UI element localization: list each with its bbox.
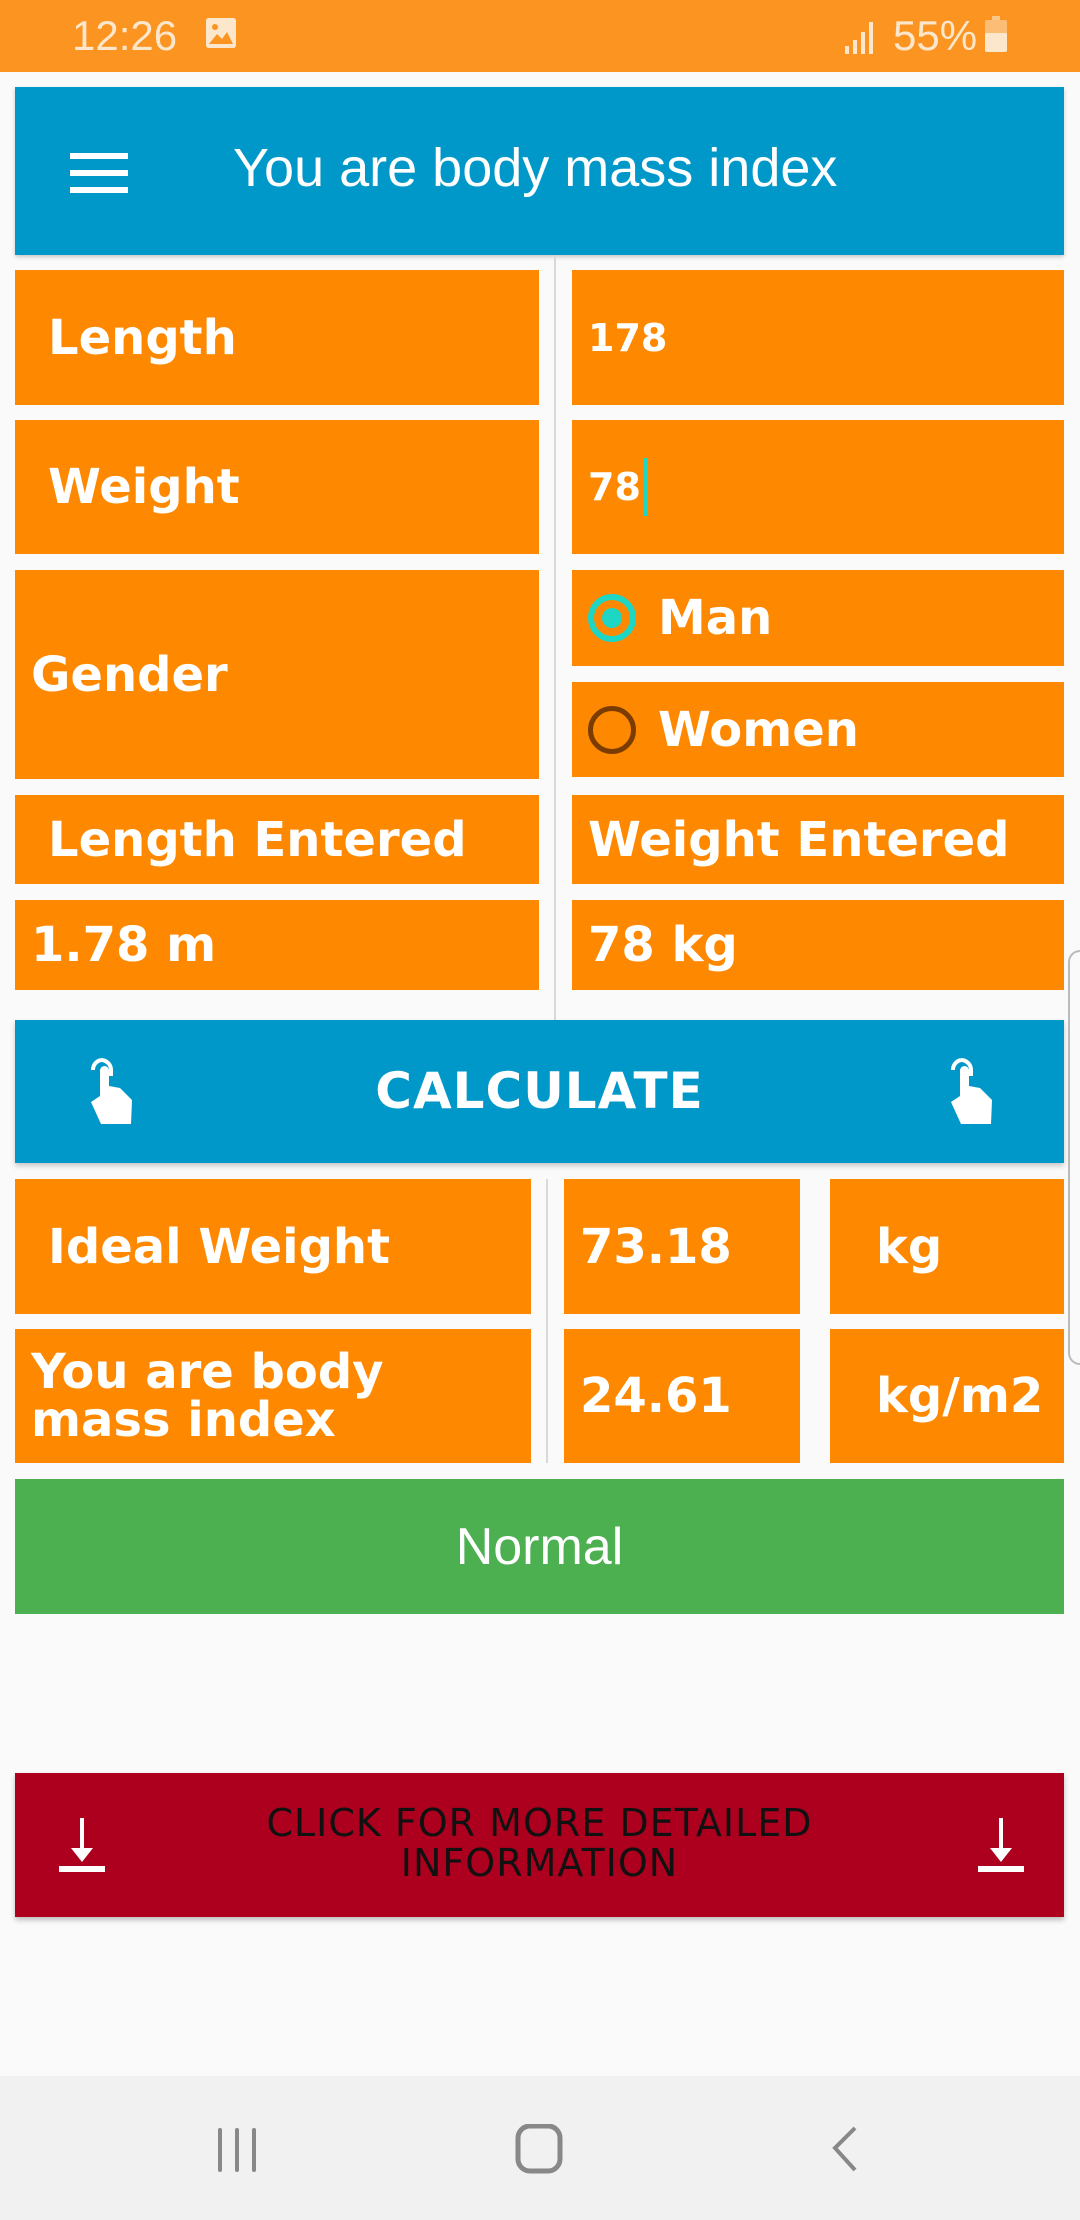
- weight-input[interactable]: 78: [572, 420, 1064, 554]
- recent-apps-icon[interactable]: [212, 2126, 262, 2176]
- more-info-label: CLICK FOR MORE DETAILED INFORMATION: [15, 1803, 1064, 1883]
- bmi-value: 24.61: [564, 1329, 800, 1463]
- radio-unselected-icon: [588, 705, 636, 754]
- battery-icon: [985, 16, 1007, 52]
- back-icon[interactable]: [822, 2124, 862, 2174]
- image-icon: [206, 18, 236, 48]
- ideal-weight-label: Ideal Weight: [15, 1179, 531, 1314]
- ideal-weight-unit: kg: [830, 1179, 1064, 1314]
- calculate-button[interactable]: CALCULATE: [15, 1020, 1064, 1163]
- length-input-value: 178: [588, 315, 668, 360]
- radio-women[interactable]: Women: [572, 682, 1064, 777]
- bmi-label: You are body mass index: [15, 1329, 531, 1463]
- length-input[interactable]: 178: [572, 270, 1064, 405]
- scrollbar[interactable]: [1068, 950, 1080, 1365]
- app-bar: You are body mass index: [15, 87, 1064, 255]
- status-time: 12:26: [72, 12, 178, 59]
- column-divider: [554, 255, 556, 1020]
- text-cursor: [642, 458, 648, 516]
- weight-entered-value: 78 kg: [572, 900, 1064, 990]
- bmi-category-banner: Normal: [15, 1479, 1064, 1614]
- bmi-unit: kg/m2: [830, 1329, 1064, 1463]
- results-divider: [546, 1179, 548, 1463]
- signal-icon: [843, 20, 877, 54]
- radio-man-label: Man: [658, 590, 773, 646]
- navigation-bar: [0, 2076, 1080, 2220]
- hamburger-menu-icon[interactable]: [70, 153, 128, 193]
- radio-women-label: Women: [658, 701, 859, 758]
- battery-percent: 55%: [893, 12, 978, 59]
- weight-entered-label: Weight Entered: [572, 795, 1064, 884]
- more-info-text: CLICK FOR MORE DETAILED INFORMATION: [266, 1801, 813, 1885]
- gender-label: Gender: [15, 570, 539, 779]
- length-label: Length: [15, 270, 539, 405]
- app-title: You are body mass index: [233, 138, 838, 198]
- download-icon: [976, 1818, 1026, 1878]
- radio-man[interactable]: Man: [572, 570, 1064, 666]
- weight-input-value: 78: [588, 465, 641, 509]
- length-entered-label: Length Entered: [15, 795, 539, 884]
- status-bar: 12:26 55%: [0, 0, 1080, 72]
- tap-hand-icon: [947, 1056, 995, 1126]
- length-entered-value: 1.78 m: [15, 900, 539, 990]
- radio-selected-icon: [588, 594, 636, 642]
- ideal-weight-value: 73.18: [564, 1179, 800, 1314]
- calculate-label: CALCULATE: [375, 1062, 704, 1120]
- home-icon[interactable]: [515, 2123, 565, 2174]
- weight-label: Weight: [15, 420, 539, 554]
- more-info-button[interactable]: CLICK FOR MORE DETAILED INFORMATION: [15, 1773, 1064, 1917]
